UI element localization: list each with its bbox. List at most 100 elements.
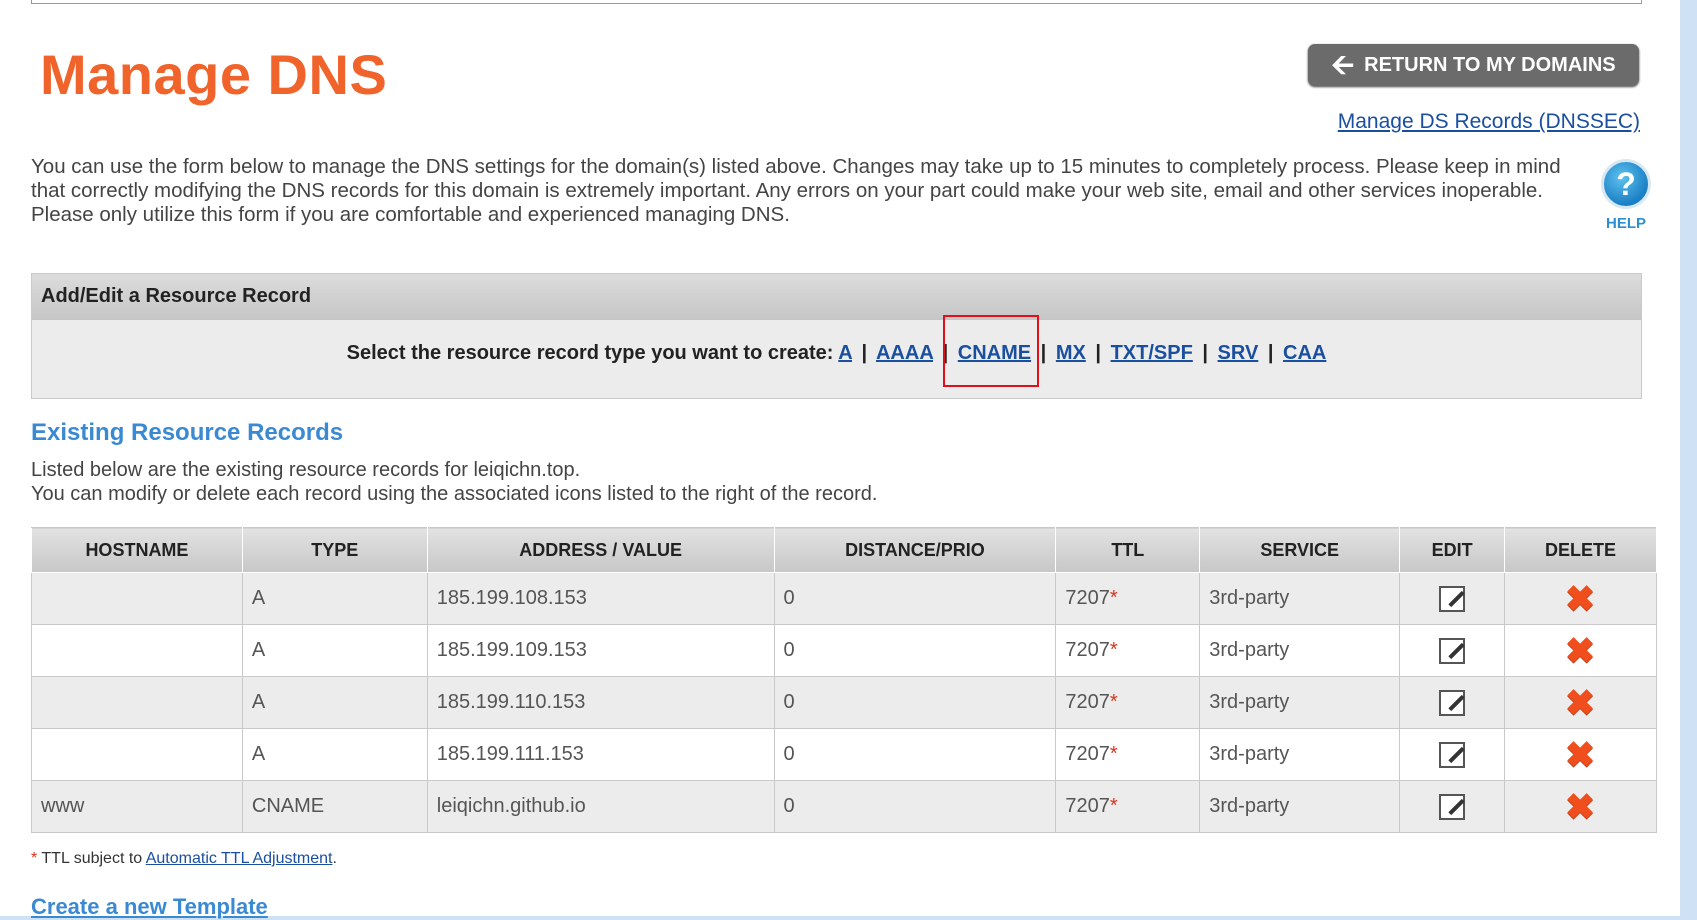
record-type-aaaa-link[interactable]: AAAA — [876, 342, 933, 364]
separator: | — [861, 342, 868, 364]
separator: | — [1095, 342, 1101, 364]
delete-icon[interactable]: ✖ — [1565, 580, 1595, 617]
cell-hostname — [31, 728, 243, 781]
cell-type: CNAME — [241, 780, 428, 833]
cell-delete: ✖ — [1504, 728, 1657, 781]
cell-edit — [1399, 676, 1506, 729]
edit-icon[interactable] — [1438, 793, 1465, 820]
table-row: A 185.199.110.153 0 7207* 3rd-party ✖ — [31, 676, 1657, 729]
delete-icon[interactable]: ✖ — [1565, 684, 1595, 721]
question-mark-icon: ? — [1601, 159, 1651, 209]
ttl-asterisk: * — [1109, 691, 1118, 713]
intro-text: You can use the form below to manage the… — [31, 155, 1561, 226]
manage-ds-records-link[interactable]: Manage DS Records (DNSSEC) — [1338, 110, 1640, 134]
table-header-row: HOSTNAME TYPE ADDRESS / VALUE DISTANCE/P… — [31, 527, 1657, 573]
record-type-txt-spf-link[interactable]: TXT/SPF — [1111, 342, 1193, 364]
footnote-text: TTL subject to — [37, 850, 146, 867]
cell-value: leiqichn.github.io — [426, 780, 775, 833]
help-label: HELP — [1605, 215, 1646, 232]
ttl-footnote: * TTL subject to Automatic TTL Adjustmen… — [31, 850, 337, 868]
cell-service: 3rd-party — [1199, 572, 1401, 625]
cell-service: 3rd-party — [1199, 780, 1401, 833]
page-title: Manage DNS — [40, 43, 388, 106]
top-frame-border — [31, 0, 1642, 4]
column-distance-prio: DISTANCE/PRIO — [773, 527, 1057, 573]
ttl-value: 7207 — [1065, 743, 1110, 765]
delete-icon[interactable]: ✖ — [1565, 736, 1595, 773]
edit-icon[interactable] — [1438, 741, 1465, 768]
cell-prio: 0 — [773, 572, 1057, 625]
ttl-asterisk: * — [1109, 743, 1118, 765]
cell-value: 185.199.111.153 — [426, 728, 775, 781]
column-delete: DELETE — [1504, 527, 1657, 573]
table-row: A 185.199.108.153 0 7207* 3rd-party ✖ — [31, 572, 1657, 625]
record-type-a-link[interactable]: A — [838, 342, 852, 364]
cell-ttl: 7207* — [1055, 572, 1201, 625]
cell-hostname — [31, 572, 243, 625]
ttl-value: 7207 — [1065, 639, 1110, 661]
ttl-asterisk: * — [1109, 795, 1118, 817]
add-edit-record-panel: Add/Edit a Resource Record Select the re… — [31, 273, 1642, 399]
cell-prio: 0 — [773, 780, 1057, 833]
cell-edit — [1399, 728, 1506, 781]
cell-service: 3rd-party — [1199, 624, 1401, 677]
cell-prio: 0 — [773, 676, 1057, 729]
cell-prio: 0 — [773, 728, 1057, 781]
separator: | — [1040, 342, 1047, 364]
record-type-mx-link[interactable]: MX — [1056, 342, 1086, 364]
record-type-caa-link[interactable]: CAA — [1283, 342, 1326, 364]
existing-records-title: Existing Resource Records — [31, 419, 344, 446]
cell-hostname — [31, 676, 243, 729]
ttl-value: 7207 — [1065, 587, 1110, 609]
add-edit-heading: Add/Edit a Resource Record — [32, 274, 1641, 320]
edit-icon[interactable] — [1438, 689, 1465, 716]
cell-type: A — [241, 676, 428, 729]
delete-icon[interactable]: ✖ — [1565, 632, 1595, 669]
column-edit: EDIT — [1399, 527, 1506, 573]
column-address-value: ADDRESS / VALUE — [426, 527, 775, 573]
return-button-label: RETURN TO MY DOMAINS — [1364, 53, 1616, 76]
footnote-end: . — [332, 850, 337, 867]
cell-delete: ✖ — [1504, 624, 1657, 677]
cell-edit — [1399, 780, 1506, 833]
cell-edit — [1399, 624, 1506, 677]
table-row: A 185.199.111.153 0 7207* 3rd-party ✖ — [31, 728, 1657, 781]
edit-icon[interactable] — [1438, 637, 1465, 664]
cell-ttl: 7207* — [1055, 780, 1201, 833]
cell-type: A — [241, 572, 428, 625]
column-type: TYPE — [241, 527, 428, 573]
cell-ttl: 7207* — [1055, 728, 1201, 781]
arrow-left-icon: 🡨 — [1331, 49, 1355, 80]
cell-value: 185.199.109.153 — [426, 624, 775, 677]
cell-delete: ✖ — [1504, 572, 1657, 625]
return-to-my-domains-button[interactable]: 🡨 RETURN TO MY DOMAINS — [1308, 44, 1639, 86]
ttl-value: 7207 — [1065, 691, 1110, 713]
automatic-ttl-adjustment-link[interactable]: Automatic TTL Adjustment — [146, 850, 333, 867]
record-type-selector: Select the resource record type you want… — [32, 315, 1641, 387]
help-button[interactable]: ? HELP — [1598, 159, 1654, 232]
existing-records-line2: You can modify or delete each record usi… — [31, 483, 878, 505]
page: Manage DNS 🡨 RETURN TO MY DOMAINS Manage… — [0, 0, 1680, 919]
column-hostname: HOSTNAME — [31, 527, 243, 573]
record-type-srv-link[interactable]: SRV — [1218, 342, 1259, 364]
cell-hostname: www — [31, 780, 243, 833]
separator: | — [1267, 342, 1274, 364]
cell-prio: 0 — [773, 624, 1057, 677]
cname-highlight-wrapper: CNAME — [942, 315, 1039, 387]
delete-icon[interactable]: ✖ — [1565, 788, 1595, 825]
cell-value: 185.199.110.153 — [426, 676, 775, 729]
existing-records-line1: Listed below are the existing resource r… — [31, 459, 581, 481]
ttl-asterisk: * — [1109, 639, 1118, 661]
ttl-asterisk: * — [1109, 587, 1118, 609]
edit-icon[interactable] — [1438, 585, 1465, 612]
create-template-title[interactable]: Create a new Template — [31, 894, 268, 920]
cell-ttl: 7207* — [1055, 676, 1201, 729]
cell-edit — [1399, 572, 1506, 625]
cell-value: 185.199.108.153 — [426, 572, 775, 625]
existing-records-intro: Listed below are the existing resource r… — [31, 458, 1331, 506]
cell-type: A — [241, 728, 428, 781]
table-row: www CNAME leiqichn.github.io 0 7207* 3rd… — [31, 780, 1657, 833]
highlight-box — [942, 315, 1039, 387]
record-type-prompt: Select the resource record type you want… — [346, 342, 834, 364]
cell-delete: ✖ — [1504, 676, 1657, 729]
